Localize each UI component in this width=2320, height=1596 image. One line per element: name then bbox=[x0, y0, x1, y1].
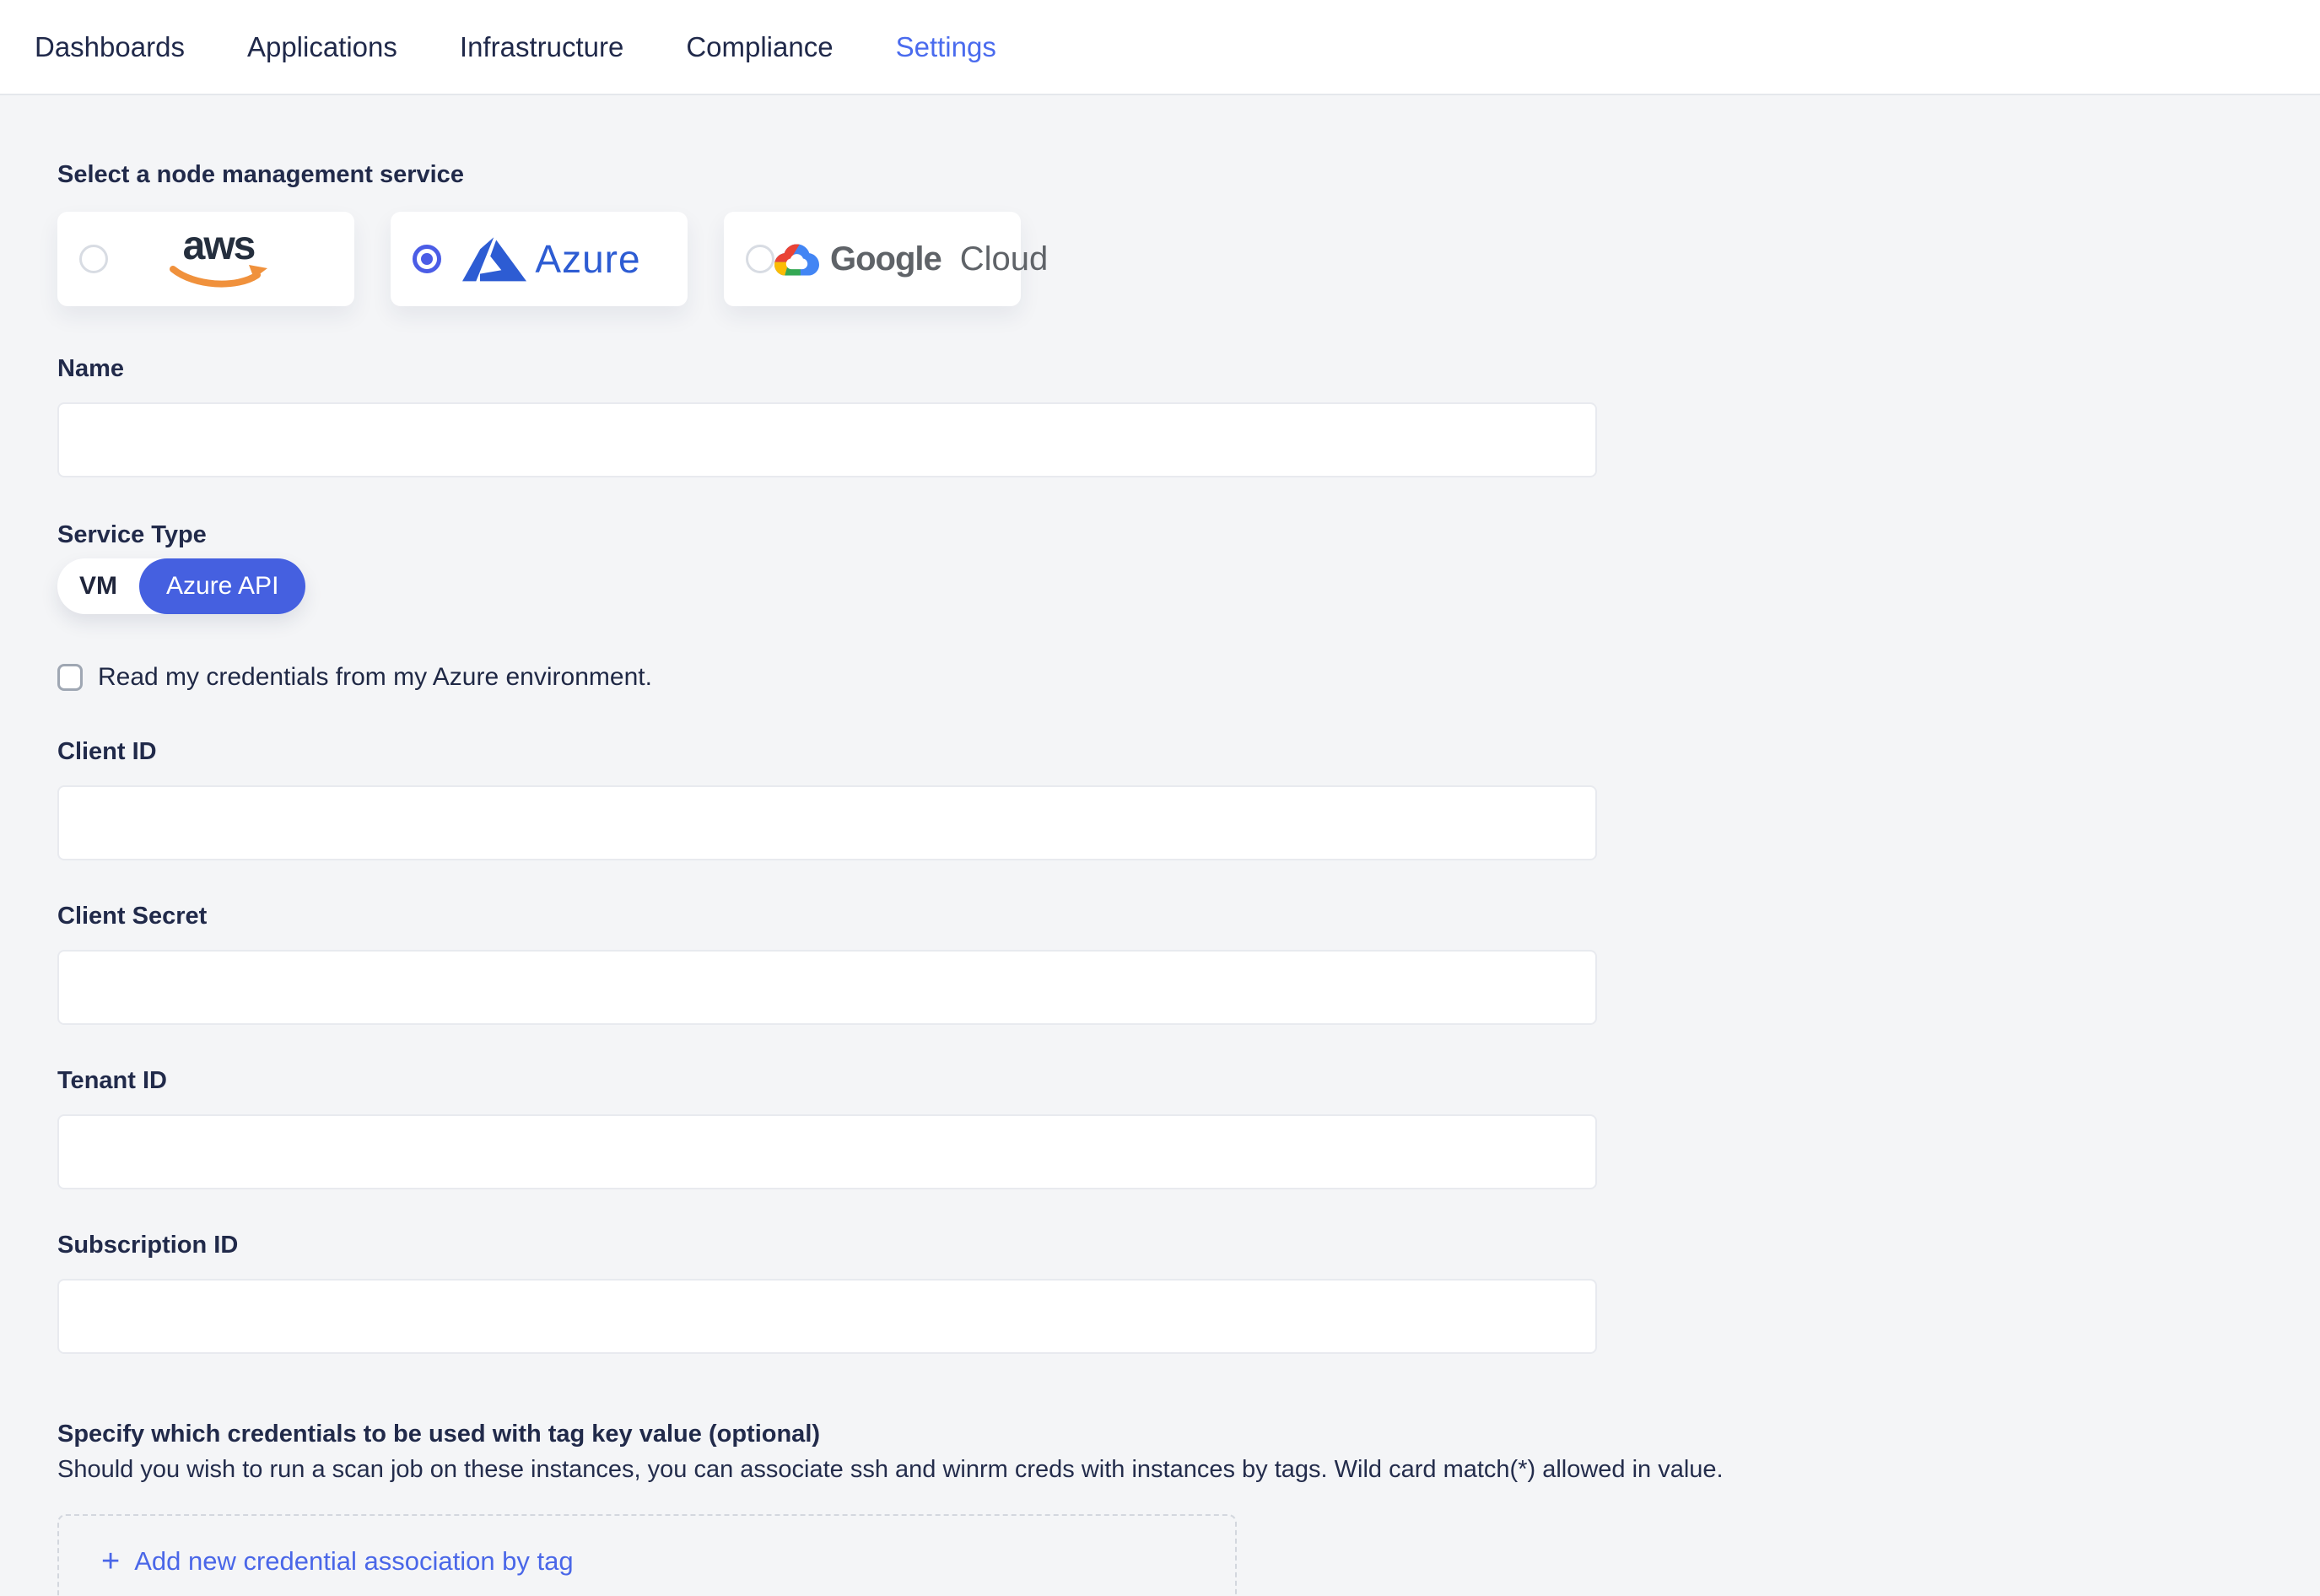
service-type-group: Service Type VM Azure API bbox=[57, 520, 2320, 614]
service-select-label: Select a node management service bbox=[57, 159, 2320, 190]
aws-wordmark: aws bbox=[183, 229, 255, 264]
client-secret-group: Client Secret bbox=[57, 901, 2320, 1025]
subscription-id-input[interactable] bbox=[57, 1279, 1597, 1354]
aws-logo: aws bbox=[108, 229, 329, 289]
toggle-option-vm[interactable]: VM bbox=[57, 558, 139, 614]
add-credential-association-button[interactable]: + Add new credential association by tag bbox=[101, 1538, 574, 1585]
service-option-azure[interactable]: Azure bbox=[391, 212, 688, 306]
client-id-group: Client ID bbox=[57, 736, 2320, 860]
tenant-id-group: Tenant ID bbox=[57, 1065, 2320, 1189]
service-option-aws[interactable]: aws bbox=[57, 212, 354, 306]
client-secret-input[interactable] bbox=[57, 950, 1597, 1025]
aws-swoosh-icon bbox=[166, 264, 271, 289]
tag-credentials-heading: Specify which credentials to be used wit… bbox=[57, 1419, 2320, 1449]
service-option-google-cloud[interactable]: GoogleCloud bbox=[724, 212, 1021, 306]
credential-association-box: + Add new credential association by tag bbox=[57, 1514, 1237, 1596]
service-options-row: aws Azure bbox=[57, 212, 2320, 306]
subscription-id-group: Subscription ID bbox=[57, 1230, 2320, 1354]
aws-radio[interactable] bbox=[79, 245, 108, 273]
client-id-input[interactable] bbox=[57, 785, 1597, 860]
google-wordmark: Google bbox=[830, 240, 941, 278]
nav-item-settings[interactable]: Settings bbox=[896, 31, 996, 63]
nav-item-applications[interactable]: Applications bbox=[247, 31, 397, 63]
toggle-option-azure-api[interactable]: Azure API bbox=[139, 558, 305, 614]
plus-icon: + bbox=[101, 1545, 120, 1577]
tag-credentials-description: Should you wish to run a scan job on the… bbox=[57, 1454, 2320, 1485]
tenant-id-label: Tenant ID bbox=[57, 1065, 2320, 1096]
name-input[interactable] bbox=[57, 402, 1597, 477]
azure-wordmark: Azure bbox=[535, 236, 640, 282]
nav-item-infrastructure[interactable]: Infrastructure bbox=[460, 31, 623, 63]
google-cloud-radio[interactable] bbox=[746, 245, 774, 273]
nav-item-dashboards[interactable]: Dashboards bbox=[35, 31, 185, 63]
read-credentials-row[interactable]: Read my credentials from my Azure enviro… bbox=[57, 663, 2320, 692]
tenant-id-input[interactable] bbox=[57, 1114, 1597, 1189]
service-type-toggle: VM Azure API bbox=[57, 558, 305, 614]
cloud-wordmark: Cloud bbox=[960, 240, 1049, 278]
name-field-group: Name bbox=[57, 353, 2320, 477]
top-nav: Dashboards Applications Infrastructure C… bbox=[0, 0, 2320, 95]
subscription-id-label: Subscription ID bbox=[57, 1230, 2320, 1260]
read-credentials-label: Read my credentials from my Azure enviro… bbox=[98, 663, 652, 692]
nav-item-compliance[interactable]: Compliance bbox=[686, 31, 833, 63]
client-id-label: Client ID bbox=[57, 736, 2320, 767]
client-secret-label: Client Secret bbox=[57, 901, 2320, 931]
name-label: Name bbox=[57, 353, 2320, 384]
service-type-label: Service Type bbox=[57, 520, 2320, 550]
azure-logo: Azure bbox=[441, 236, 662, 282]
settings-content: Select a node management service aws bbox=[0, 95, 2320, 1596]
google-cloud-icon bbox=[774, 241, 819, 278]
azure-triangle-icon bbox=[462, 237, 526, 282]
google-cloud-logo: Google Cloud bbox=[774, 240, 1048, 278]
read-credentials-checkbox[interactable] bbox=[57, 664, 83, 691]
azure-radio-selected[interactable] bbox=[413, 245, 441, 273]
add-credential-association-label: Add new credential association by tag bbox=[134, 1546, 573, 1577]
